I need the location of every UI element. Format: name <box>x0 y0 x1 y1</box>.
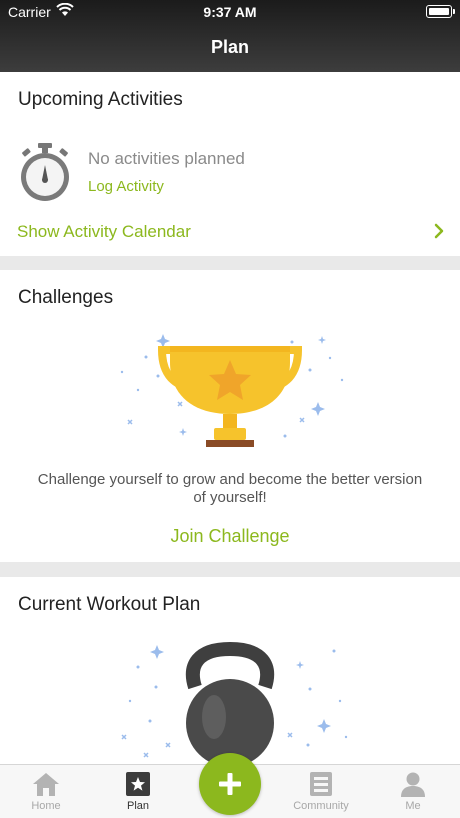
status-bar: Carrier 9:37 AM <box>0 0 460 24</box>
workout-plan-card: Current Workout Plan <box>0 577 460 767</box>
upcoming-activities-card: Upcoming Activities No activities planne… <box>0 72 460 256</box>
log-activity-link[interactable]: Log Activity <box>88 178 164 195</box>
workout-plan-title: Current Workout Plan <box>18 594 201 615</box>
show-activity-calendar-link[interactable]: Show Activity Calendar <box>17 222 191 242</box>
chevron-right-icon[interactable] <box>434 223 444 239</box>
tab-community-label: Community <box>293 800 349 812</box>
tab-me-label: Me <box>405 800 421 812</box>
challenge-description-line1: Challenge yourself to grow and become th… <box>37 471 423 488</box>
tab-plan[interactable]: Plan <box>98 771 178 812</box>
community-icon <box>310 772 332 796</box>
join-challenge-button[interactable]: Join Challenge <box>0 526 460 547</box>
status-time: 9:37 AM <box>203 4 257 20</box>
challenges-card: Challenges Challenge yourself to grow an <box>0 270 460 562</box>
star-icon <box>126 772 150 796</box>
tab-home-label: Home <box>31 800 61 812</box>
trophy-illustration <box>120 334 344 447</box>
page-title: Plan <box>210 37 249 57</box>
home-icon <box>33 773 59 796</box>
challenges-title: Challenges <box>18 287 114 308</box>
no-activities-text: No activities planned <box>88 149 245 168</box>
tab-me[interactable]: Me <box>373 771 453 812</box>
person-icon <box>401 772 425 797</box>
plus-icon <box>219 773 241 795</box>
tab-plan-label: Plan <box>126 800 150 812</box>
nav-header: Carrier 9:37 AM Plan <box>0 0 460 72</box>
challenge-description: Challenge yourself to grow and become th… <box>0 471 460 507</box>
stopwatch-icon <box>21 143 69 201</box>
battery-icon <box>426 5 455 18</box>
tab-community[interactable]: Community <box>281 771 361 812</box>
tab-home[interactable]: Home <box>6 771 86 812</box>
challenge-description-line2: of yourself! <box>193 489 267 506</box>
upcoming-activities-title: Upcoming Activities <box>18 89 183 110</box>
kettlebell-illustration <box>121 641 348 766</box>
add-activity-button[interactable] <box>199 753 261 815</box>
